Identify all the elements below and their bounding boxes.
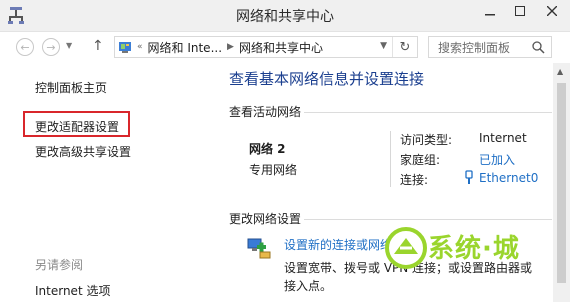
chevron-down-icon: ▼	[66, 41, 73, 50]
homegroup-link[interactable]: 已加入	[479, 151, 515, 168]
recent-locations-dropdown[interactable]: ▼	[66, 41, 72, 50]
address-dropdown-icon[interactable]: ▼	[380, 41, 387, 51]
title-bar: 网络和共享中心	[0, 0, 570, 32]
close-button[interactable]	[536, 0, 568, 22]
control-panel-icon	[119, 42, 131, 53]
network-name: 网络 2	[249, 142, 286, 156]
scroll-thumb[interactable]	[557, 83, 566, 283]
ethernet-icon	[465, 170, 473, 184]
page-title: 查看基本网络信息并设置连接	[229, 70, 425, 88]
scroll-up-icon[interactable]: ▲	[557, 67, 563, 76]
breadcrumb-sharing-center[interactable]: 网络和共享中心	[239, 39, 323, 56]
sidebar-link-internet-options[interactable]: Internet 选项	[35, 282, 110, 299]
maximize-icon	[515, 6, 525, 16]
watermark-text: 系统·城	[428, 234, 520, 264]
breadcrumb-chevron-icon[interactable]: ▶	[227, 42, 234, 52]
up-button[interactable]: ↑	[92, 38, 108, 56]
address-field[interactable]: « 网络和 Inte... ▶ 网络和共享中心 ▼ ↻	[114, 36, 418, 58]
network-setup-icon	[247, 238, 271, 259]
search-input[interactable]: 搜索控制面板	[428, 36, 552, 58]
access-type-label: 访问类型:	[400, 133, 453, 147]
vertical-divider	[390, 131, 391, 187]
sidebar: 控制面板主页 更改适配器设置 更改高级共享设置 另请参阅 Internet 选项	[0, 63, 208, 302]
sidebar-link-control-panel-home[interactable]: 控制面板主页	[35, 79, 107, 96]
homegroup-label: 家庭组:	[400, 153, 441, 167]
active-networks-title: 查看活动网络	[229, 105, 302, 119]
sidebar-link-change-advanced-sharing[interactable]: 更改高级共享设置	[35, 143, 131, 160]
watermark-globe-icon	[385, 227, 427, 269]
section-divider	[304, 112, 552, 113]
change-settings-title: 更改网络设置	[229, 212, 302, 226]
address-toolbar: ← → ▼ ↑ « 网络和 Inte... ▶ 网络和共享中心 ▼ ↻ 搜索控制…	[0, 32, 570, 62]
setup-new-connection-link[interactable]: 设置新的连接或网络	[284, 236, 392, 253]
arrow-right-icon: →	[46, 40, 56, 54]
section-divider	[304, 219, 552, 220]
vertical-scrollbar[interactable]: ▲	[553, 63, 570, 302]
arrow-left-icon: ←	[20, 40, 30, 54]
refresh-button[interactable]: ↻	[392, 37, 417, 57]
breadcrumb-overflow[interactable]: «	[137, 42, 143, 52]
close-icon	[547, 6, 557, 16]
ethernet-connection-link[interactable]: Ethernet0	[479, 171, 538, 185]
access-type-value: Internet	[479, 131, 527, 145]
search-icon[interactable]	[532, 41, 545, 54]
back-button[interactable]: ←	[16, 38, 34, 56]
refresh-icon: ↻	[399, 39, 411, 55]
minimize-icon	[485, 14, 495, 16]
see-also-heading: 另请参阅	[35, 258, 84, 272]
network-type: 专用网络	[249, 163, 298, 177]
forward-button[interactable]: →	[42, 38, 60, 56]
maximize-button[interactable]	[506, 0, 534, 22]
minimize-button[interactable]	[476, 0, 504, 22]
arrow-up-icon: ↑	[92, 38, 104, 54]
watermark-logo: 系统·城	[384, 222, 536, 282]
breadcrumb-network-internet[interactable]: 网络和 Inte...	[148, 39, 223, 56]
search-placeholder: 搜索控制面板	[438, 40, 511, 55]
connections-label: 连接:	[400, 173, 429, 187]
sidebar-link-change-adapter-settings[interactable]: 更改适配器设置	[35, 118, 119, 135]
